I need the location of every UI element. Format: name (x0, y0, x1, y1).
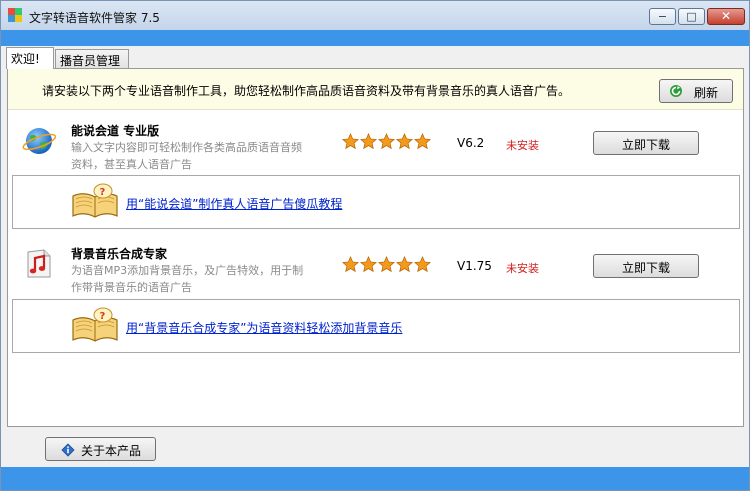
product-row-nengshuohuidao: 能说会道 专业版 输入文字内容即可轻松制作各类高品质语音音频 资料，甚至真人语音… (8, 115, 743, 175)
star-icon (414, 256, 431, 273)
app-logo-icon (8, 8, 22, 22)
description-line: 输入文字内容即可轻松制作各类高品质语音音频 (71, 141, 302, 154)
footer-accent-bar (1, 467, 749, 490)
description-line: 为语音MP3添加背景音乐，及广告特效，用于制 (71, 264, 304, 277)
header-accent-bar (1, 30, 749, 46)
star-icon (378, 256, 395, 273)
product-name: 背景音乐合成专家 (71, 247, 168, 261)
star-icon (360, 256, 377, 273)
tutorial-box: ? 用“背景音乐合成专家”为语音资料轻松添加背景音乐 (12, 299, 740, 353)
star-icon (396, 133, 413, 150)
star-icon (378, 133, 395, 150)
book-help-icon: ? (72, 183, 118, 218)
info-icon (61, 443, 75, 457)
star-icon (342, 256, 359, 273)
product-name: 能说会道 专业版 (71, 124, 160, 138)
svg-text:?: ? (100, 311, 106, 322)
product-description: 输入文字内容即可轻松制作各类高品质语音音频 资料，甚至真人语音广告 (71, 139, 333, 173)
tab-announcer-management[interactable]: 播音员管理 (55, 49, 129, 68)
refresh-icon (670, 85, 682, 97)
minimize-button[interactable]: − (649, 8, 676, 25)
notice-text: 请安装以下两个专业语音制作工具，助您轻松制作高品质语音资料及带有背景音乐的真人语… (42, 84, 571, 98)
description-line: 作带背景音乐的语音广告 (71, 281, 192, 294)
minimize-icon: − (657, 10, 668, 23)
welcome-panel: 请安装以下两个专业语音制作工具，助您轻松制作高品质语音资料及带有背景音乐的真人语… (7, 68, 744, 427)
tutorial-box: ? 用“能说会道”制作真人语音广告傻瓜教程 (12, 175, 740, 229)
tutorial-link[interactable]: 用“背景音乐合成专家”为语音资料轻松添加背景音乐 (126, 319, 402, 336)
refresh-button[interactable]: 刷新 (659, 79, 733, 103)
close-button[interactable]: ✕ (707, 8, 745, 25)
product-row-background-music: 背景音乐合成专家 为语音MP3添加背景音乐，及广告特效，用于制 作带背景音乐的语… (8, 238, 743, 298)
star-icon (414, 133, 431, 150)
about-label: 关于本产品 (81, 444, 142, 458)
download-button[interactable]: 立即下载 (593, 131, 699, 155)
status-badge: 未安装 (506, 262, 539, 275)
maximize-icon: □ (686, 10, 697, 23)
install-notice: 请安装以下两个专业语音制作工具，助您轻松制作高品质语音资料及带有背景音乐的真人语… (8, 69, 743, 110)
star-icon (396, 256, 413, 273)
title-bar[interactable]: 文字转语音软件管家 7.5 − □ ✕ (1, 1, 749, 31)
rating-stars (342, 133, 432, 151)
product-description: 为语音MP3添加背景音乐，及广告特效，用于制 作带背景音乐的语音广告 (71, 262, 333, 296)
book-help-icon: ? (72, 307, 118, 342)
version-label: V6.2 (457, 136, 485, 150)
version-label: V1.75 (457, 259, 492, 273)
app-window: 文字转语音软件管家 7.5 − □ ✕ 欢迎! 播音员管理 请安装以下两个专业语… (0, 0, 750, 491)
star-icon (360, 133, 377, 150)
star-icon (342, 133, 359, 150)
tab-welcome[interactable]: 欢迎! (6, 47, 54, 69)
description-line: 资料，甚至真人语音广告 (71, 158, 192, 171)
window-title: 文字转语音软件管家 7.5 (29, 11, 160, 25)
close-icon: ✕ (720, 9, 732, 23)
globe-icon (22, 128, 56, 154)
maximize-button[interactable]: □ (678, 8, 705, 25)
about-product-button[interactable]: 关于本产品 (45, 437, 156, 461)
tutorial-link[interactable]: 用“能说会道”制作真人语音广告傻瓜教程 (126, 195, 342, 212)
svg-text:?: ? (100, 187, 106, 198)
rating-stars (342, 256, 432, 274)
download-button[interactable]: 立即下载 (593, 254, 699, 278)
status-badge: 未安装 (506, 139, 539, 152)
refresh-label: 刷新 (694, 86, 719, 100)
music-note-icon (27, 249, 51, 278)
